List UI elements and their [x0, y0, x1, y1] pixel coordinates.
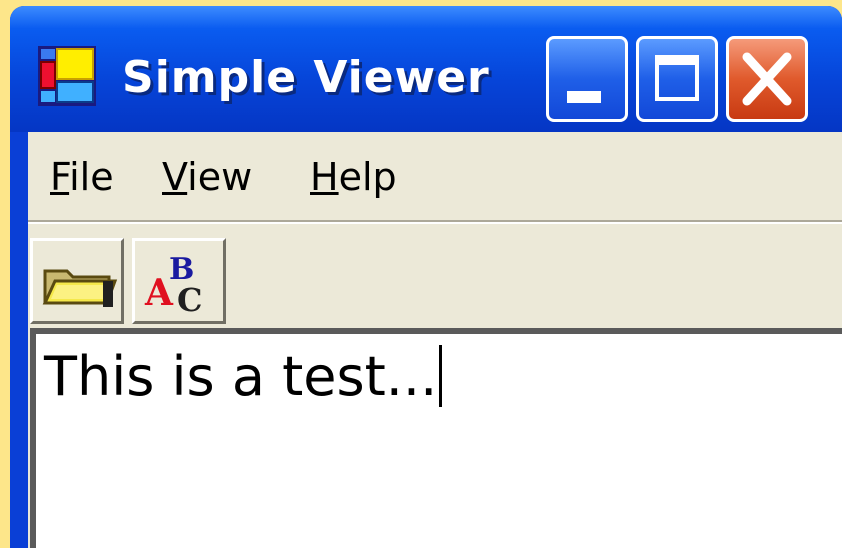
app-window: Simple Viewer File View Help B A C This …	[10, 6, 842, 548]
text-caret	[439, 345, 443, 407]
menu-help[interactable]: Help	[310, 154, 397, 200]
maximize-button[interactable]	[636, 36, 718, 122]
client-area: File View Help B A C This is a test...	[28, 132, 842, 548]
font-icon: B A C	[144, 252, 202, 319]
menu-help-rest: elp	[338, 155, 397, 199]
title-bar[interactable]: Simple Viewer	[10, 6, 842, 132]
app-icon	[38, 46, 96, 106]
window-title: Simple Viewer	[122, 52, 490, 103]
menu-file-rest: ile	[69, 155, 114, 199]
menu-view[interactable]: View	[162, 154, 252, 200]
menu-help-mnemonic: H	[310, 155, 339, 199]
minimize-button[interactable]	[546, 36, 628, 122]
menu-file[interactable]: File	[50, 154, 114, 200]
maximize-icon	[655, 55, 699, 101]
minimize-icon	[567, 91, 601, 103]
menu-view-mnemonic: V	[162, 155, 188, 199]
menu-file-mnemonic: F	[50, 155, 70, 199]
svg-text:A: A	[144, 272, 174, 314]
close-icon	[742, 52, 792, 106]
open-folder-icon	[42, 269, 118, 307]
close-button[interactable]	[726, 36, 808, 122]
svg-text:C: C	[177, 281, 202, 319]
font-button[interactable]: B A C	[132, 238, 226, 324]
editor-text: This is a test...	[44, 345, 438, 408]
toolbar: B A C	[28, 224, 842, 324]
editor-text-line: This is a test...	[44, 342, 443, 412]
menu-bar: File View Help	[28, 132, 842, 222]
menu-view-rest: iew	[187, 155, 253, 199]
text-editor[interactable]: This is a test...	[30, 328, 842, 548]
open-button[interactable]	[30, 238, 124, 324]
